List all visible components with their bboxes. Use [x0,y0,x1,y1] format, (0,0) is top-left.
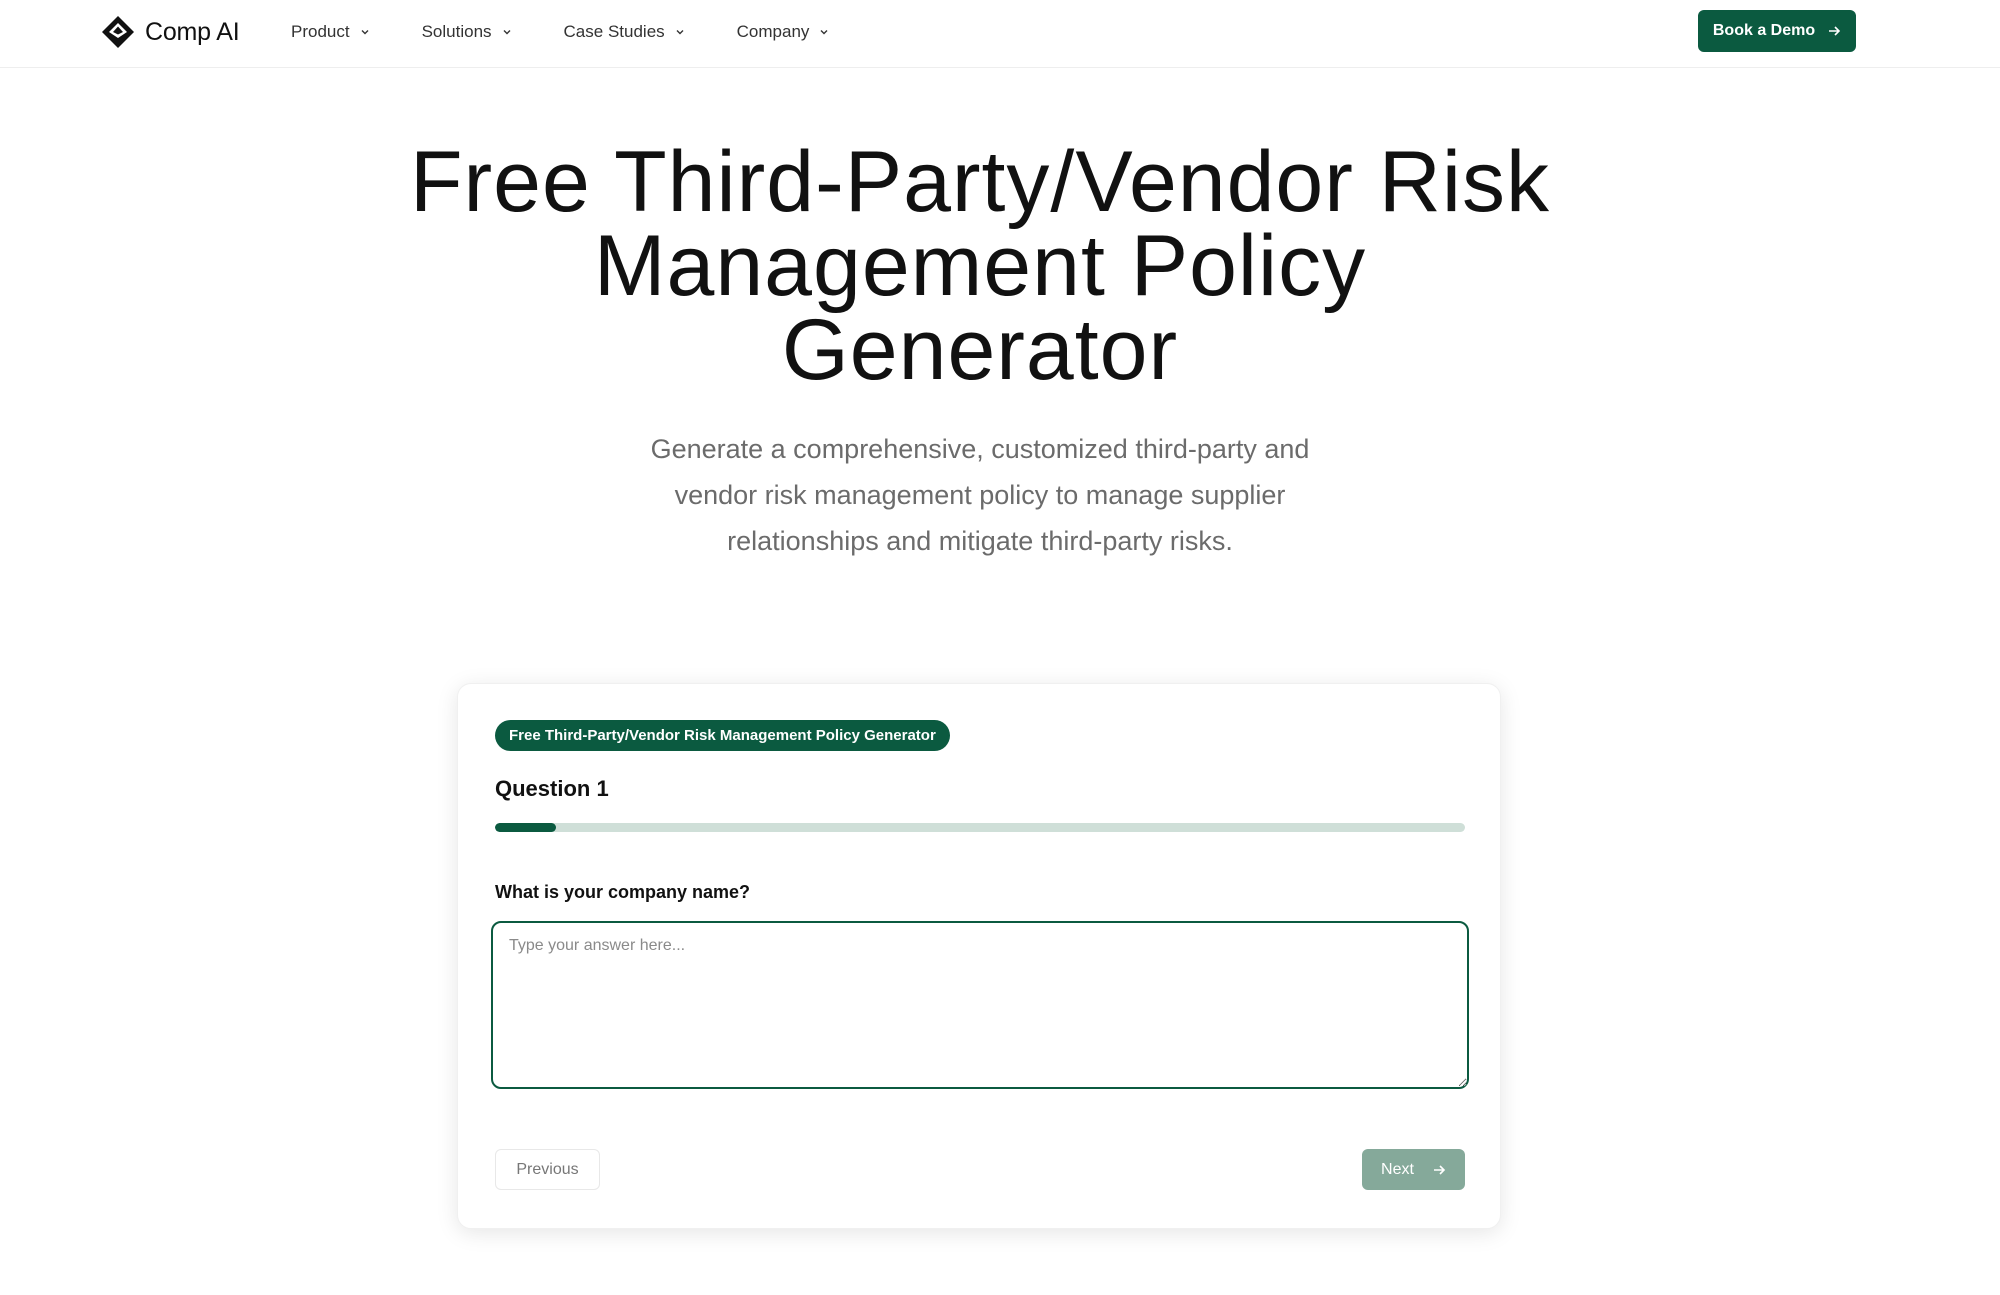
site-header: Comp AI Product Solutions Case Studies C… [0,0,2000,68]
chevron-down-icon [676,30,684,35]
book-demo-label: Book a Demo [1712,22,1816,39]
book-demo-button[interactable]: Book a Demo [1698,10,1856,52]
next-button[interactable]: Next [1362,1149,1465,1190]
next-label: Next [1381,1160,1414,1178]
answer-textarea[interactable] [491,921,1469,1089]
arrow-right-icon [1433,1164,1446,1175]
nav-item-label: Company [736,22,810,41]
question-heading: Question 1 [495,776,609,801]
nav-item-label: Product [291,22,350,41]
question-label: What is your company name? [495,882,751,902]
progress-bar [495,823,1465,832]
chevron-down-icon [503,30,511,35]
previous-button[interactable]: Previous [495,1149,600,1190]
comp-ai-logo-icon [102,16,134,48]
main-nav: Product Solutions Case Studies Company [291,20,881,44]
nav-item-company[interactable]: Company [737,22,830,42]
brand-name: Comp AI [145,17,240,46]
chevron-down-icon [361,30,369,35]
progress-bar-fill [495,823,557,832]
nav-item-product[interactable]: Product [291,22,370,42]
page-title: Free Third-Party/Vendor Risk Management … [409,134,1551,398]
nav-item-label: Case Studies [563,22,665,41]
arrow-right-icon [1829,26,1841,36]
brand-logo-link[interactable]: Comp AI [100,14,240,50]
page-subtitle: Generate a comprehensive, customized thi… [650,434,1310,556]
nav-item-case-studies[interactable]: Case Studies [564,22,685,42]
previous-label: Previous [516,1160,579,1178]
nav-item-label: Solutions [421,22,492,41]
chevron-down-icon [820,30,828,35]
policy-generator-card: Free Third-Party/Vendor Risk Management … [457,683,1501,1229]
nav-item-solutions[interactable]: Solutions [422,22,512,42]
generator-badge: Free Third-Party/Vendor Risk Management … [495,720,950,751]
